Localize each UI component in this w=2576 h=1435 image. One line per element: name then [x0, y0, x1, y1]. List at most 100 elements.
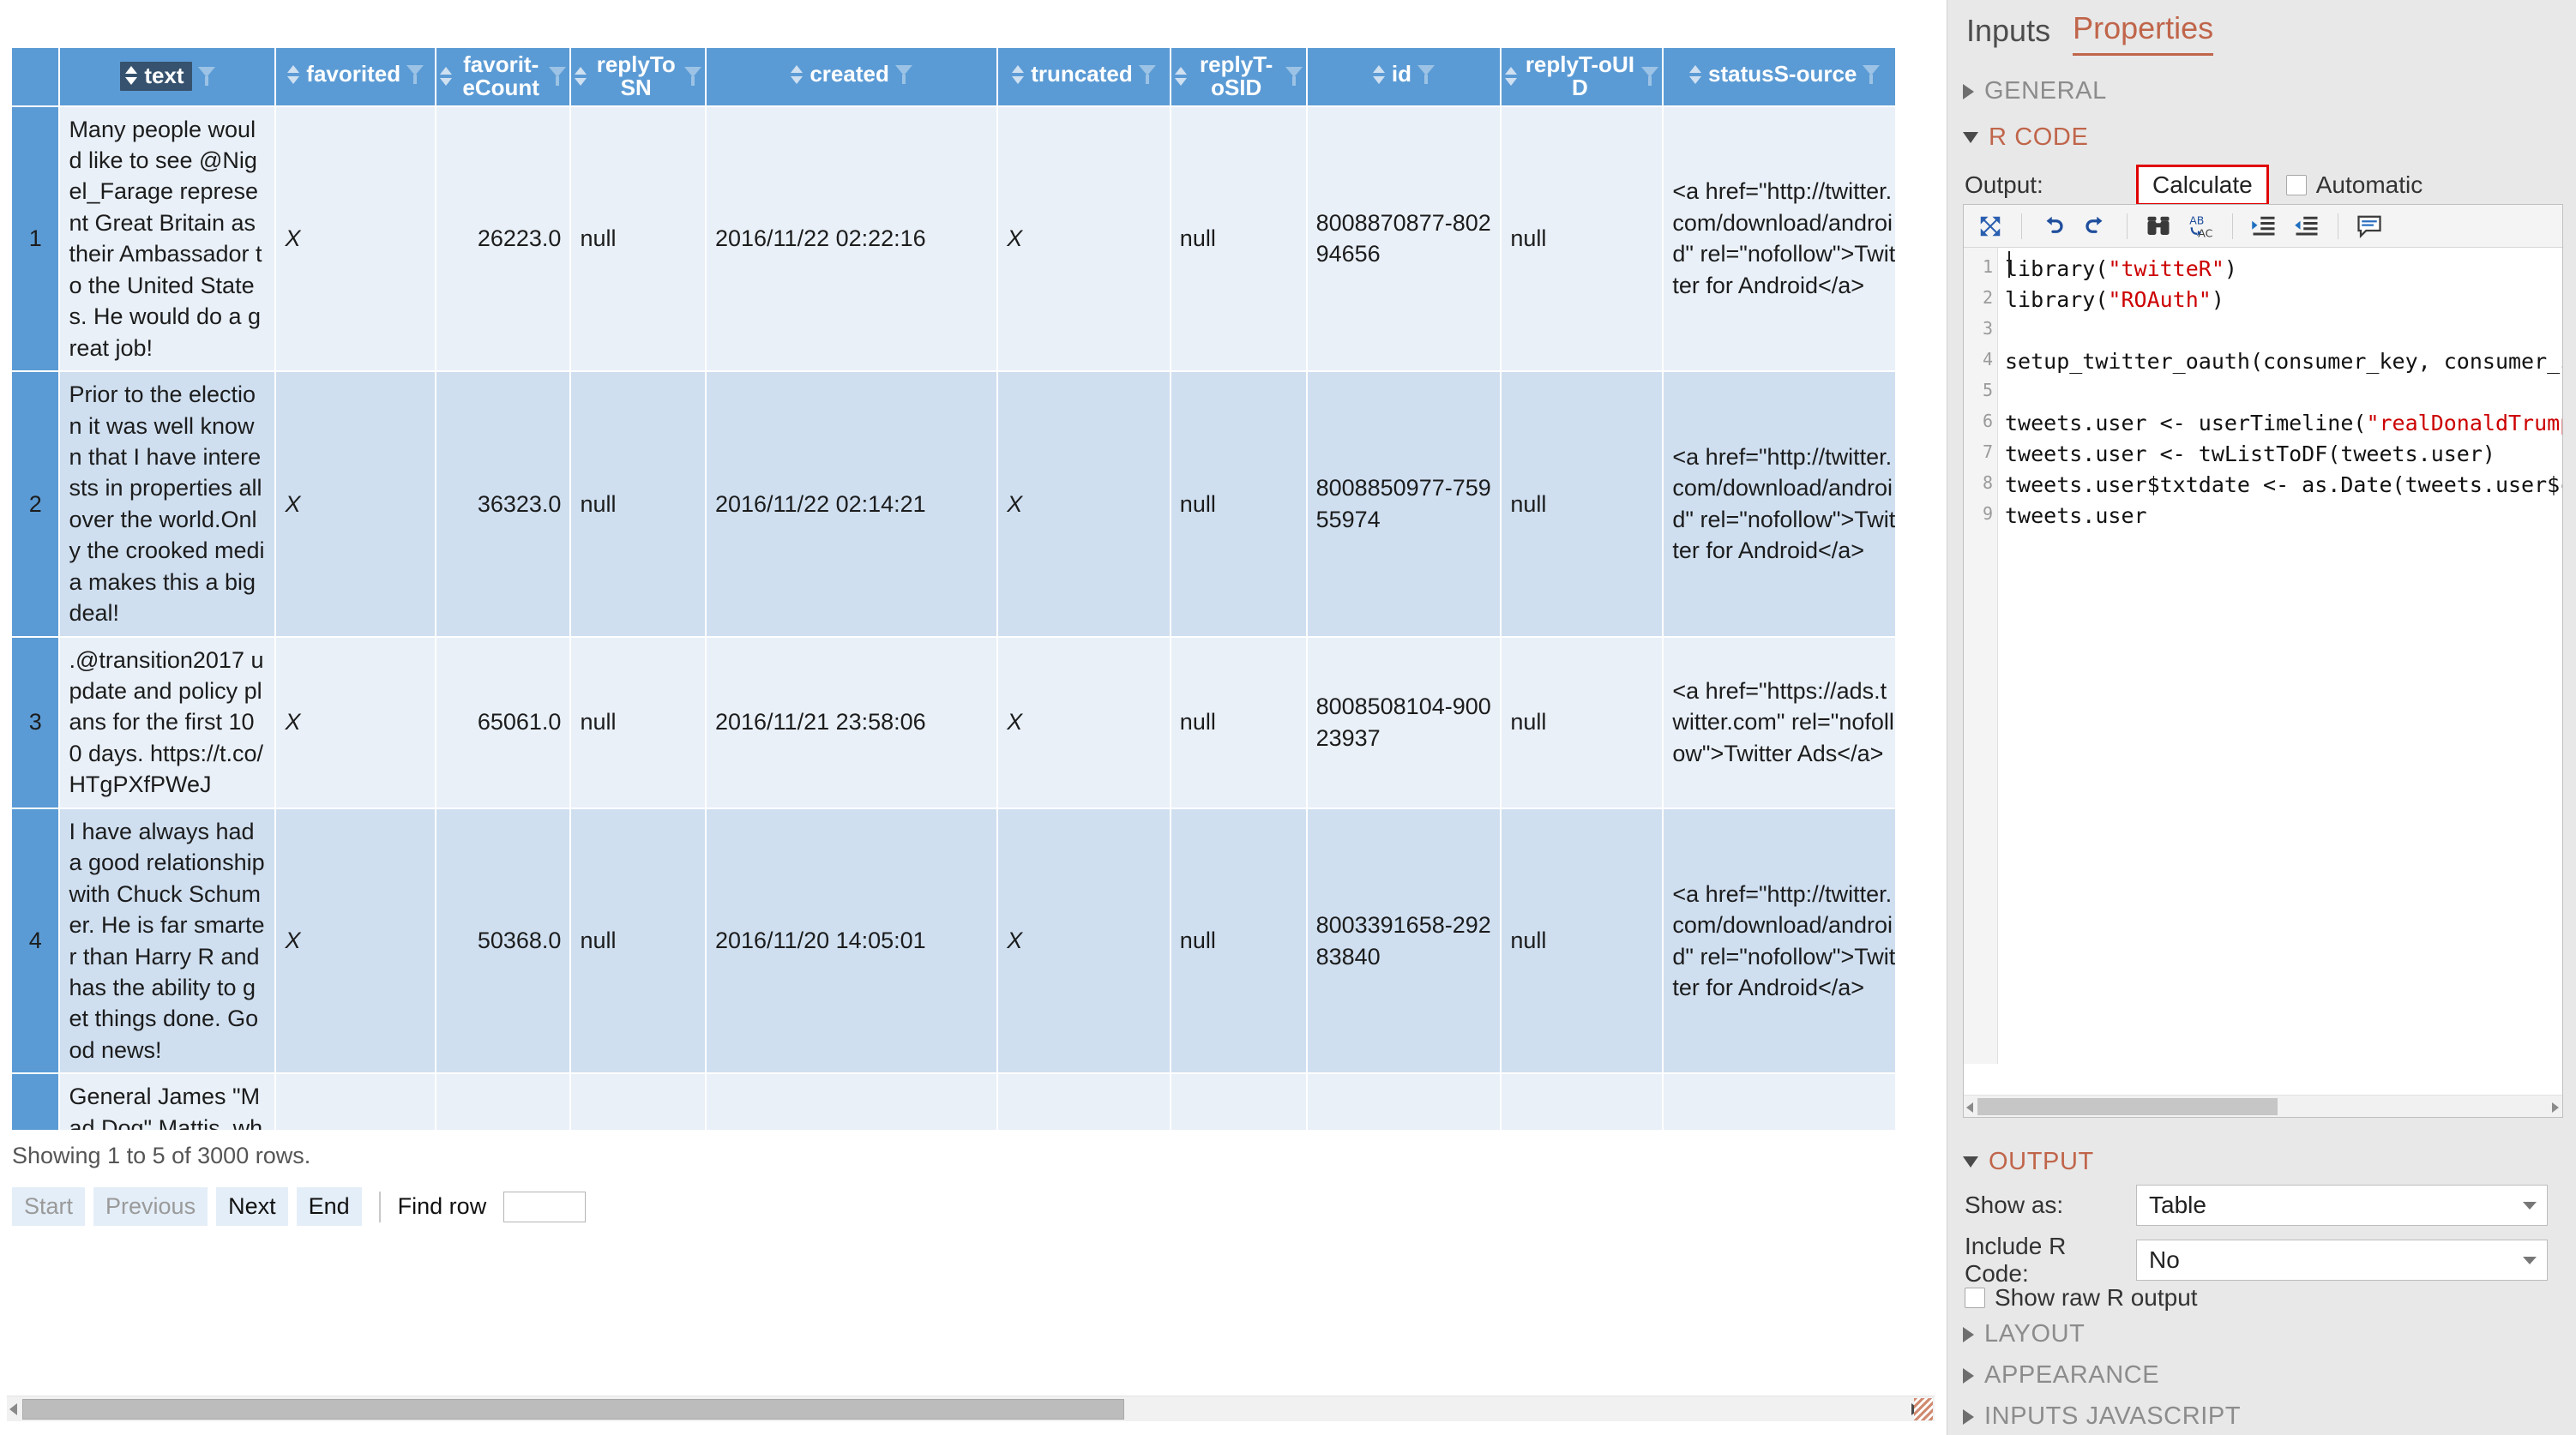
column-header-replyToSN[interactable]: replyToSN	[570, 48, 707, 107]
filter-icon[interactable]	[1863, 64, 1881, 85]
filter-icon[interactable]	[1138, 64, 1156, 85]
section-r-code[interactable]: R CODE	[1963, 123, 2088, 152]
table-scroll-container[interactable]: text favorited favorit-eCount replyToSN crea…	[12, 48, 1895, 1130]
cell-favoriteCount[interactable]: 36323.0	[435, 371, 572, 638]
automatic-checkbox[interactable]	[2285, 175, 2307, 195]
section-layout[interactable]: LAYOUT	[1963, 1320, 2085, 1348]
filter-icon[interactable]	[1417, 64, 1435, 85]
cell-created[interactable]: 2016/11/22 02:14:21	[705, 371, 999, 638]
r-code-editor[interactable]: AB AC 1 2 3 4 5 6 7 8 9 library("twitteR…	[1963, 204, 2563, 1118]
cell-row-index[interactable]: 2	[12, 371, 61, 638]
cell-truncated[interactable]: X	[997, 636, 1171, 809]
cell-replyToUID[interactable]: null	[1501, 1073, 1664, 1130]
show-raw-output-group[interactable]: Show raw R output	[1965, 1284, 2198, 1312]
column-header-statusSource[interactable]: statusS-ource	[1663, 48, 1895, 107]
cell-statusSource[interactable]: <a href="http://twitter.com/download/and…	[1663, 808, 1895, 1075]
cell-replyToSN[interactable]: null	[570, 808, 707, 1075]
cell-id[interactable]: 8008870877-80294656	[1306, 105, 1502, 373]
cell-replyToUID[interactable]: null	[1501, 808, 1664, 1075]
cell-favorited[interactable]: X	[275, 1073, 436, 1130]
pager-start-button[interactable]: Start	[12, 1187, 86, 1226]
filter-icon[interactable]	[549, 66, 567, 87]
pager-next-button[interactable]: Next	[216, 1187, 288, 1226]
show-as-select[interactable]: Table	[2136, 1185, 2548, 1226]
sort-icon[interactable]	[1174, 65, 1188, 87]
table-row[interactable]: 4I have always had a good relationship w…	[12, 808, 1895, 1075]
sort-icon[interactable]	[125, 64, 138, 87]
cell-replyToSN[interactable]: null	[570, 105, 707, 373]
cell-text[interactable]: I have always had a good relationship wi…	[59, 808, 277, 1075]
find-row-input[interactable]	[503, 1191, 587, 1222]
editor-scroll-right-arrow-icon[interactable]	[2552, 1102, 2559, 1113]
cell-replyToSN[interactable]: null	[570, 371, 707, 638]
filter-icon[interactable]	[1641, 66, 1659, 87]
cell-created[interactable]: 2016/11/20 14:05:01	[705, 808, 999, 1075]
show-raw-output-checkbox[interactable]	[1965, 1288, 1985, 1308]
cell-statusSource[interactable]: <a href="http://twitter.com/download/and…	[1663, 1073, 1895, 1130]
sort-icon[interactable]	[287, 63, 300, 86]
cell-replyToSID[interactable]: null	[1170, 371, 1308, 638]
section-appearance[interactable]: APPEARANCE	[1963, 1361, 2159, 1390]
expand-icon[interactable]	[1971, 208, 2010, 244]
column-header-created[interactable]: created	[705, 48, 999, 107]
section-general[interactable]: GENERAL	[1963, 77, 2107, 105]
filter-icon[interactable]	[1285, 66, 1303, 87]
cell-replyToUID[interactable]: null	[1501, 636, 1664, 809]
column-header-replyToSID[interactable]: replyT-oSID	[1170, 48, 1308, 107]
cell-favoriteCount[interactable]: 65061.0	[435, 636, 572, 809]
tab-properties[interactable]: Properties	[2073, 10, 2214, 56]
automatic-checkbox-group[interactable]: Automatic	[2285, 171, 2423, 199]
sort-icon[interactable]	[1372, 63, 1386, 86]
cell-statusSource[interactable]: <a href="http://twitter.com/download/and…	[1663, 371, 1895, 638]
cell-truncated[interactable]: X	[997, 371, 1171, 638]
cell-replyToSID[interactable]: null	[1170, 636, 1308, 809]
outdent-icon[interactable]	[2287, 208, 2326, 244]
cell-text[interactable]: Prior to the election it was well known …	[59, 371, 277, 638]
column-header-truncated[interactable]: truncated	[997, 48, 1171, 107]
cell-truncated[interactable]: X	[997, 808, 1171, 1075]
sort-icon[interactable]	[791, 63, 803, 86]
indent-icon[interactable]	[2244, 208, 2284, 244]
cell-id[interactable]: 8003391658-29283840	[1306, 808, 1502, 1075]
cell-id[interactable]: 8008850977-75955974	[1306, 371, 1502, 638]
sort-icon[interactable]	[575, 65, 587, 87]
cell-row-index[interactable]: 3	[12, 636, 61, 809]
cell-row-index[interactable]: 5	[12, 1073, 61, 1130]
cell-statusSource[interactable]: <a href="https://ads.twitter.com" rel="n…	[1663, 636, 1895, 809]
cell-text[interactable]: General James "Mad Dog" Mattis, who is b…	[59, 1073, 277, 1130]
table-row[interactable]: 5General James "Mad Dog" Mattis, who is …	[12, 1073, 1895, 1130]
cell-id[interactable]: 8003326398-44659201	[1306, 1073, 1502, 1130]
redo-icon[interactable]	[2076, 208, 2116, 244]
cell-favoriteCount[interactable]: 50368.0	[435, 808, 572, 1075]
column-header-favoriteCount[interactable]: favorit-eCount	[435, 48, 572, 107]
cell-created[interactable]: 2016/11/22 02:22:16	[705, 105, 999, 373]
editor-horizontal-scrollbar[interactable]	[1964, 1095, 2562, 1117]
cell-favorited[interactable]: X	[275, 636, 436, 809]
column-header-favorited[interactable]: favorited	[275, 48, 436, 107]
tab-inputs[interactable]: Inputs	[1966, 13, 2050, 56]
editor-scroll-left-arrow-icon[interactable]	[1966, 1102, 1973, 1113]
scroll-left-arrow-icon[interactable]	[9, 1403, 17, 1415]
cell-favoriteCount[interactable]: 75599.0	[435, 1073, 572, 1130]
cell-replyToSID[interactable]: null	[1170, 105, 1308, 373]
horizontal-scrollbar-thumb[interactable]	[22, 1399, 1124, 1420]
sort-icon[interactable]	[1505, 65, 1518, 87]
section-inputs-javascript[interactable]: INPUTS JAVASCRIPT	[1963, 1402, 2241, 1431]
cell-truncated[interactable]: X	[997, 1073, 1171, 1130]
column-header-text[interactable]: text	[59, 48, 277, 107]
resize-grip-icon[interactable]	[1914, 1398, 1933, 1420]
cell-favoriteCount[interactable]: 26223.0	[435, 105, 572, 373]
filter-icon[interactable]	[683, 66, 701, 87]
filter-icon[interactable]	[894, 64, 912, 85]
cell-id[interactable]: 8008508104-90023937	[1306, 636, 1502, 809]
sort-icon[interactable]	[439, 65, 453, 87]
table-row[interactable]: 3 .@transition2017 update and policy plan…	[12, 636, 1895, 809]
find-icon[interactable]	[2139, 208, 2178, 244]
section-output[interactable]: OUTPUT	[1963, 1148, 2094, 1176]
undo-icon[interactable]	[2033, 208, 2073, 244]
pager-previous-button[interactable]: Previous	[93, 1187, 208, 1226]
filter-icon[interactable]	[197, 66, 215, 87]
cell-created[interactable]: 2016/11/21 23:58:06	[705, 636, 999, 809]
cell-row-index[interactable]: 4	[12, 808, 61, 1075]
column-header-replyToUID[interactable]: replyT-oUID	[1501, 48, 1664, 107]
